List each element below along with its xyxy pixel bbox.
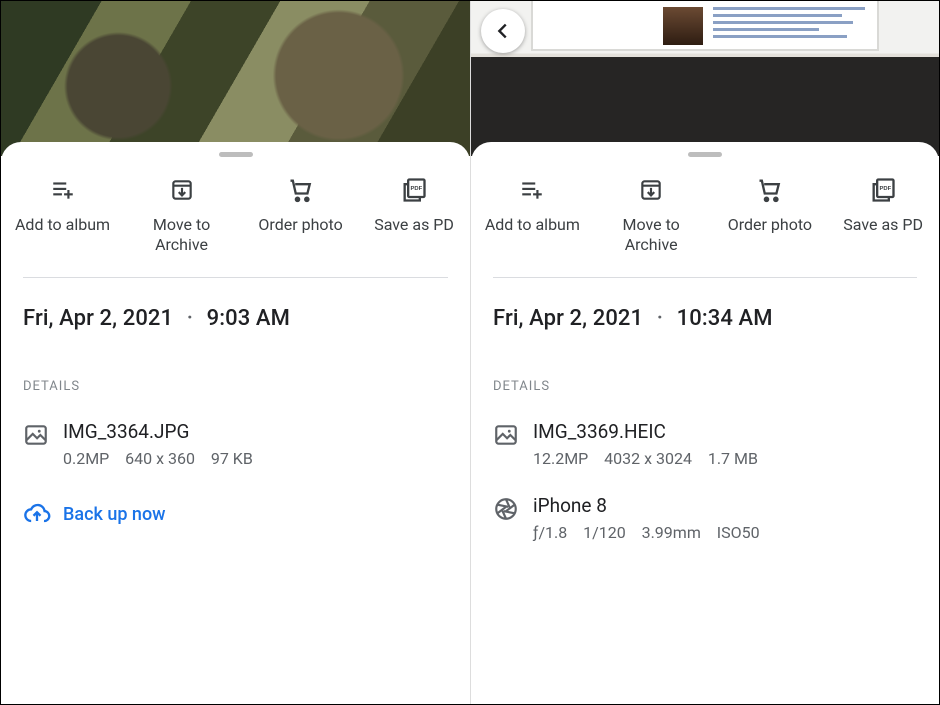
add-to-album-button[interactable]: Add to album [473, 175, 592, 255]
backup-now-button[interactable]: Back up now [1, 468, 470, 528]
move-to-archive-label: Move to Archive [126, 215, 237, 255]
photo-time: 10:34 AM [677, 306, 773, 331]
aperture-icon [493, 494, 533, 522]
chevron-left-icon [492, 20, 514, 42]
action-row: Add to album Move to Archive [471, 171, 939, 255]
order-photo-button[interactable]: Order photo [711, 175, 830, 255]
action-row: Add to album Move to Archive [1, 171, 470, 255]
file-dimensions: 4032 x 3024 [592, 449, 692, 468]
image-icon [493, 420, 533, 448]
file-detail-row: IMG_3364.JPG 0.2MP 640 x 360 97 KB [1, 394, 470, 468]
add-to-album-icon [477, 175, 588, 205]
right-panel: Add to album Move to Archive [470, 1, 939, 704]
camera-model: iPhone 8 [533, 494, 760, 517]
file-detail-body: IMG_3364.JPG 0.2MP 640 x 360 97 KB [63, 420, 253, 468]
datetime-row[interactable]: Fri, Apr 2, 2021 · 10:34 AM [471, 278, 939, 331]
cart-icon [715, 175, 826, 205]
camera-detail-body: iPhone 8 ƒ/1.8 1/120 3.99mm ISO50 [533, 494, 760, 542]
cart-icon [245, 175, 356, 205]
order-photo-label: Order photo [715, 215, 826, 235]
drag-handle[interactable] [219, 152, 253, 157]
drag-handle[interactable] [688, 152, 722, 157]
file-detail-body: IMG_3369.HEIC 12.2MP 4032 x 3024 1.7 MB [533, 420, 758, 468]
pdf-icon: PDF [833, 175, 933, 205]
photo-time: 9:03 AM [207, 306, 290, 331]
add-to-album-icon [7, 175, 118, 205]
file-name: IMG_3369.HEIC [533, 420, 758, 443]
camera-iso: ISO50 [705, 523, 760, 542]
file-size: 97 KB [199, 449, 253, 468]
separator-dot: · [649, 306, 671, 331]
add-to-album-label: Add to album [477, 215, 588, 235]
camera-focal: 3.99mm [630, 523, 701, 542]
comparison-container: Add to album Move to Archive [0, 0, 940, 705]
back-button[interactable] [481, 9, 525, 53]
file-megapixels: 0.2MP [63, 449, 109, 468]
order-photo-label: Order photo [245, 215, 356, 235]
move-to-archive-label: Move to Archive [596, 215, 707, 255]
separator-dot: · [179, 306, 201, 331]
left-panel: Add to album Move to Archive [1, 1, 470, 704]
pdf-icon: PDF [364, 175, 464, 205]
save-as-pdf-label: Save as PD [833, 215, 933, 235]
file-dimensions: 640 x 360 [113, 449, 195, 468]
save-as-pdf-label: Save as PD [364, 215, 464, 235]
cloud-upload-icon [23, 500, 63, 528]
datetime-row[interactable]: Fri, Apr 2, 2021 · 9:03 AM [1, 278, 470, 331]
photo-date: Fri, Apr 2, 2021 [493, 306, 643, 331]
file-megapixels: 12.2MP [533, 449, 588, 468]
file-name: IMG_3364.JPG [63, 420, 253, 443]
add-to-album-button[interactable]: Add to album [3, 175, 122, 255]
file-detail-row: IMG_3369.HEIC 12.2MP 4032 x 3024 1.7 MB [471, 394, 939, 468]
svg-text:PDF: PDF [880, 186, 892, 192]
photo-preview[interactable] [471, 1, 939, 156]
svg-text:PDF: PDF [411, 186, 423, 192]
camera-detail-row: iPhone 8 ƒ/1.8 1/120 3.99mm ISO50 [471, 468, 939, 542]
add-to-album-label: Add to album [7, 215, 118, 235]
backup-now-label: Back up now [63, 504, 166, 525]
move-to-archive-button[interactable]: Move to Archive [592, 175, 711, 255]
bottom-sheet: Add to album Move to Archive [1, 142, 470, 704]
photo-date: Fri, Apr 2, 2021 [23, 306, 173, 331]
archive-icon [596, 175, 707, 205]
camera-aperture: ƒ/1.8 [533, 523, 567, 542]
details-heading: DETAILS [471, 331, 939, 394]
photo-preview[interactable] [1, 1, 470, 156]
monitor-in-photo [531, 1, 879, 51]
file-size: 1.7 MB [696, 449, 758, 468]
save-as-pdf-button[interactable]: PDF Save as PD [360, 175, 468, 255]
camera-shutter: 1/120 [571, 523, 625, 542]
order-photo-button[interactable]: Order photo [241, 175, 360, 255]
save-as-pdf-button[interactable]: PDF Save as PD [829, 175, 937, 255]
image-icon [23, 420, 63, 448]
bottom-sheet: Add to album Move to Archive [471, 142, 939, 704]
move-to-archive-button[interactable]: Move to Archive [122, 175, 241, 255]
archive-icon [126, 175, 237, 205]
details-heading: DETAILS [1, 331, 470, 394]
